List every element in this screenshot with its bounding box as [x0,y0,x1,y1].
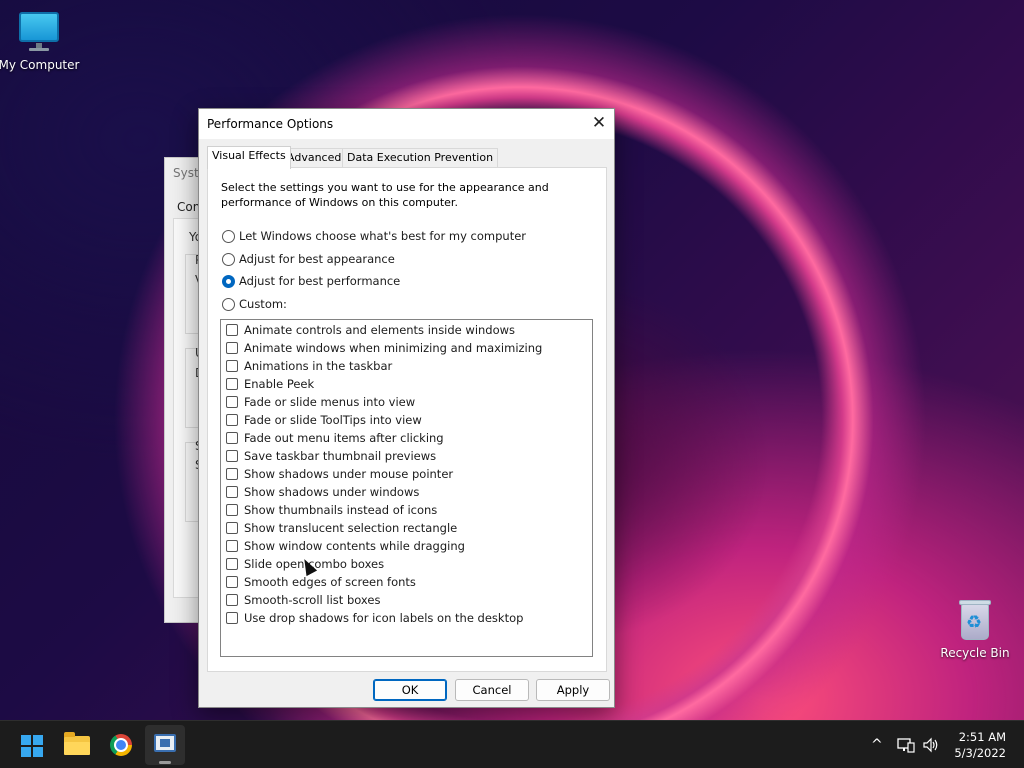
desktop-icon-label: Recycle Bin [940,646,1010,660]
effect-label: Fade or slide ToolTips into view [244,413,422,427]
performance-options-dialog[interactable]: Performance Options ✕ Visual Effects Adv… [198,108,615,708]
close-icon: ✕ [591,113,607,133]
clock-time: 2:51 AM [958,730,1006,744]
radio-button-selected[interactable] [222,274,235,288]
checkbox[interactable] [226,414,238,426]
tray-overflow-button[interactable]: ^ [871,721,883,768]
list-item[interactable]: Show translucent selection rectangle [226,520,457,536]
effect-label: Fade out menu items after clicking [244,431,444,445]
checkbox[interactable] [226,558,238,570]
checkbox[interactable] [226,360,238,372]
system-properties-icon [154,734,176,752]
desktop-icon-label: My Computer [0,58,80,72]
checkbox[interactable] [226,612,238,624]
effect-label: Use drop shadows for icon labels on the … [244,611,524,625]
list-item[interactable]: Save taskbar thumbnail previews [226,448,436,464]
visual-effects-panel: Select the settings you want to use for … [207,167,607,672]
chevron-up-icon: ^ [871,737,883,753]
radio-label: Adjust for best performance [239,274,401,288]
checkbox[interactable] [226,522,238,534]
radio-best-appearance[interactable]: Adjust for best appearance [222,251,395,267]
ok-button[interactable]: OK [373,679,447,701]
tab-advanced[interactable]: Advanced [282,148,347,168]
visual-effects-list[interactable]: Animate controls and elements inside win… [220,319,593,657]
effect-label: Animations in the taskbar [244,359,393,373]
close-button[interactable]: ✕ [584,109,614,139]
radio-label: Let Windows choose what's best for my co… [239,229,527,243]
tab-data-execution-prevention[interactable]: Data Execution Prevention [342,148,499,168]
list-item[interactable]: Enable Peek [226,376,314,392]
title-bar[interactable]: Performance Options ✕ [199,109,614,139]
checkbox[interactable] [226,342,238,354]
checkbox[interactable] [226,450,238,462]
desktop-icon-recycle-bin[interactable]: ♻ Recycle Bin [930,598,1020,660]
list-item[interactable]: Smooth edges of screen fonts [226,574,416,590]
checkbox[interactable] [226,432,238,444]
computer-icon [17,10,61,54]
list-item[interactable]: Smooth-scroll list boxes [226,592,380,608]
taskbar: ^ 2:51 AM 5/3/2022 [0,720,1024,768]
list-item[interactable]: Animate windows when minimizing and maxi… [226,340,542,356]
start-icon [21,735,43,757]
effect-label: Animate controls and elements inside win… [244,323,516,337]
taskbar-file-explorer[interactable] [57,725,97,765]
list-item[interactable]: Fade out menu items after clicking [226,430,444,446]
radio-button[interactable] [222,229,235,243]
network-icon [897,738,915,753]
desktop-icon-my-computer[interactable]: My Computer [0,10,84,72]
radio-custom[interactable]: Custom: [222,296,287,312]
effect-label: Show shadows under mouse pointer [244,467,454,481]
effect-label: Show translucent selection rectangle [244,521,458,535]
checkbox[interactable] [226,504,238,516]
checkbox[interactable] [226,468,238,480]
description-text: Select the settings you want to use for … [221,181,549,209]
checkbox[interactable] [226,324,238,336]
list-item[interactable]: Use drop shadows for icon labels on the … [226,610,523,626]
list-item[interactable]: Fade or slide menus into view [226,394,415,410]
start-button[interactable] [12,725,52,765]
checkbox[interactable] [226,594,238,606]
radio-label: Adjust for best appearance [239,252,395,266]
checkbox[interactable] [226,396,238,408]
radio-button[interactable] [222,297,235,311]
checkbox[interactable] [226,486,238,498]
effect-label: Save taskbar thumbnail previews [244,449,437,463]
taskbar-system-properties[interactable] [145,725,185,765]
radio-button[interactable] [222,252,235,266]
list-item[interactable]: Show shadows under mouse pointer [226,466,453,482]
apply-button[interactable]: Apply [536,679,610,701]
list-item[interactable]: Show shadows under windows [226,484,419,500]
file-explorer-icon [64,732,90,755]
cancel-button[interactable]: Cancel [455,679,529,701]
radio-best-performance[interactable]: Adjust for best performance [222,273,400,289]
checkbox[interactable] [226,378,238,390]
list-item[interactable]: Fade or slide ToolTips into view [226,412,422,428]
effect-label: Enable Peek [244,377,315,391]
checkbox[interactable] [226,540,238,552]
effect-label: Show window contents while dragging [244,539,465,553]
list-item[interactable]: Show thumbnails instead of icons [226,502,437,518]
chrome-icon [110,734,132,756]
dialog-title: Performance Options [207,117,334,131]
effect-label: Show thumbnails instead of icons [244,503,438,517]
active-indicator [159,761,171,764]
list-item[interactable]: Show window contents while dragging [226,538,465,554]
tab-visual-effects[interactable]: Visual Effects [207,146,291,169]
network-button[interactable] [897,721,915,768]
radio-let-windows-choose[interactable]: Let Windows choose what's best for my co… [222,228,526,244]
taskbar-chrome[interactable] [101,725,141,765]
effect-label: Fade or slide menus into view [244,395,416,409]
radio-label: Custom: [239,297,287,311]
clock-date: 5/3/2022 [954,746,1006,760]
effect-label: Show shadows under windows [244,485,420,499]
recycle-bin-icon: ♻ [957,598,993,642]
list-item[interactable]: Animate controls and elements inside win… [226,322,515,338]
list-item[interactable]: Animations in the taskbar [226,358,392,374]
effect-label: Smooth edges of screen fonts [244,575,416,589]
checkbox[interactable] [226,576,238,588]
clock[interactable]: 2:51 AM 5/3/2022 [936,729,1006,761]
effect-label: Smooth-scroll list boxes [244,593,381,607]
effect-label: Animate windows when minimizing and maxi… [244,341,543,355]
